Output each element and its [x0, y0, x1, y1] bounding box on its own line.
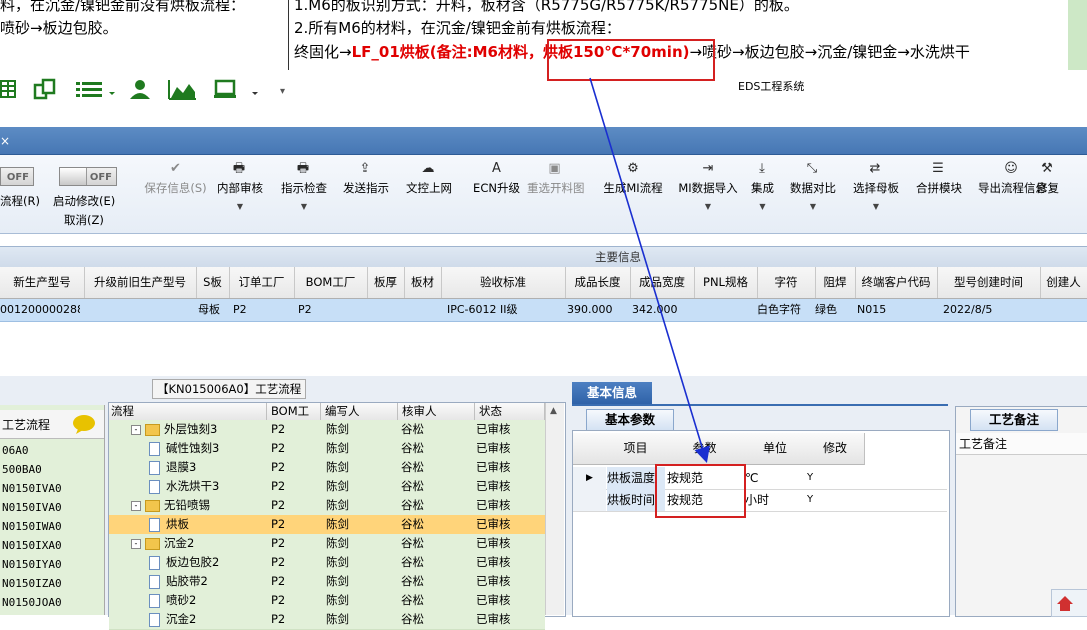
annotation-arrow: [589, 77, 710, 464]
